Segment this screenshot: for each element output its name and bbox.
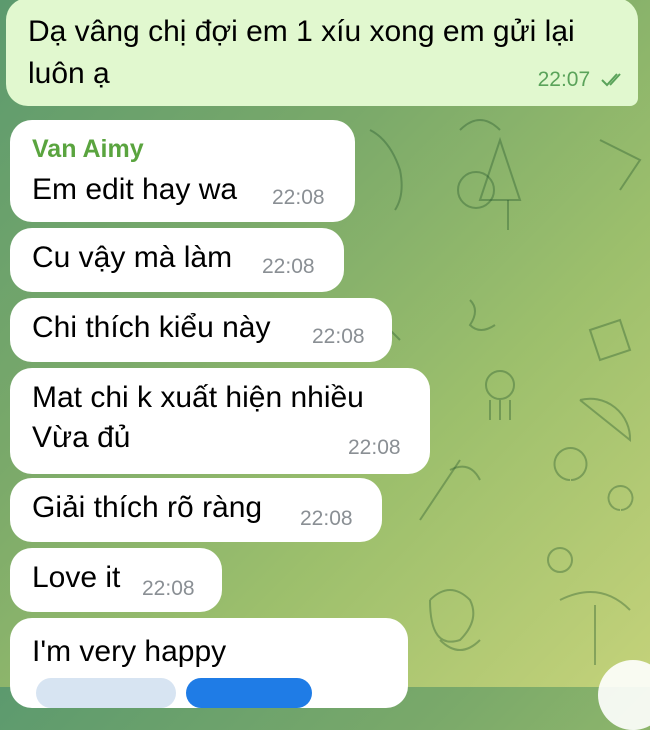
message-text-line-1: Mat chi k xuất hiện nhiều xyxy=(32,381,364,414)
message-incoming[interactable]: Van Aimy Em edit hay wa 22:08 xyxy=(10,120,355,222)
message-text-line-1: Dạ vâng chị đợi em 1 xíu xong em gửi lại xyxy=(28,15,575,48)
message-timestamp: 22:08 xyxy=(300,507,353,530)
message-outgoing[interactable]: Dạ vâng chị đợi em 1 xíu xong em gửi lại… xyxy=(6,0,638,106)
message-incoming[interactable]: Chi thích kiểu này 22:08 xyxy=(10,298,392,362)
scroll-down-button[interactable] xyxy=(598,660,650,730)
message-text: Giải thích rõ ràng xyxy=(32,491,263,524)
message-text: Chi thích kiểu này xyxy=(32,311,271,344)
message-time: 22:07 xyxy=(538,68,628,92)
message-text: Love it xyxy=(32,561,121,594)
reaction-chip-selected[interactable] xyxy=(186,678,312,708)
message-timestamp: 22:07 xyxy=(537,68,591,91)
message-incoming[interactable]: Mat chi k xuất hiện nhiều Vừa đủ 22:08 xyxy=(10,368,430,474)
message-timestamp: 22:08 xyxy=(142,577,195,600)
message-text: Cu vậy mà làm xyxy=(32,241,233,274)
message-timestamp: 22:08 xyxy=(262,255,315,278)
message-text-line-2: luôn ạ xyxy=(28,57,110,90)
message-incoming[interactable]: I'm very happy xyxy=(10,618,408,708)
message-incoming[interactable]: Love it 22:08 xyxy=(10,548,222,612)
message-incoming[interactable]: Cu vậy mà làm 22:08 xyxy=(10,228,344,292)
message-text-line-2: Vừa đủ xyxy=(32,421,131,454)
message-timestamp: 22:08 xyxy=(348,436,401,459)
message-timestamp: 22:08 xyxy=(272,186,325,209)
reaction-chip[interactable] xyxy=(36,678,176,708)
message-incoming[interactable]: Giải thích rõ ràng 22:08 xyxy=(10,478,382,542)
message-text: Em edit hay wa xyxy=(32,173,238,206)
sender-name[interactable]: Van Aimy xyxy=(32,134,144,164)
message-text: I'm very happy xyxy=(32,635,227,668)
message-timestamp: 22:08 xyxy=(312,325,365,348)
double-check-icon xyxy=(601,73,621,87)
